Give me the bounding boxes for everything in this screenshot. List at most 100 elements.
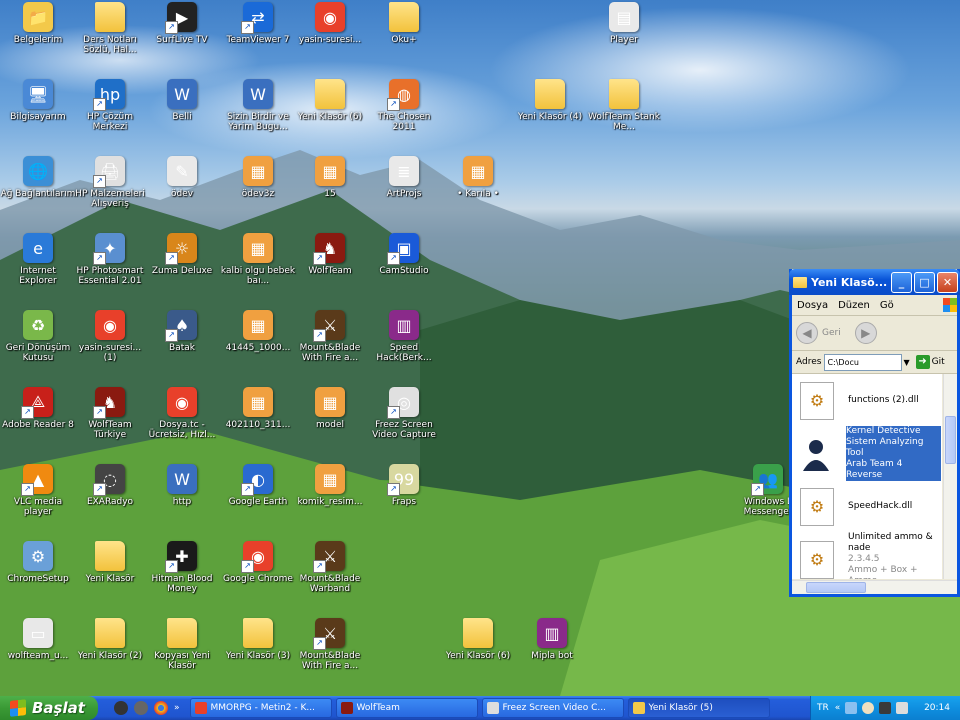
forward-button[interactable]: ▶	[854, 322, 877, 344]
desktop-icon[interactable]: ▦ komik_resim...	[292, 462, 368, 536]
desktop-icon[interactable]: ▦ 41445_1000...	[220, 308, 296, 382]
desktop-icon[interactable]: Yeni Klasör (2)	[72, 616, 148, 690]
taskbar: Başlat » MMORPG - Metin2 - K... WolfTeam F…	[0, 696, 960, 720]
desktop-icon[interactable]: Yeni Klasör (3)	[220, 616, 296, 690]
tray-volume-icon[interactable]	[896, 702, 909, 714]
quicklaunch-chrome-icon[interactable]	[154, 701, 168, 715]
tray-collapse-icon[interactable]: «	[835, 703, 841, 713]
quicklaunch-radio-icon[interactable]	[134, 701, 148, 715]
desktop-icon-label: Yeni Klasör (3)	[225, 651, 291, 661]
taskbar-button[interactable]: WolfTeam	[335, 698, 478, 718]
desktop-icon[interactable]: 🖥 Bilgisayarım	[0, 77, 76, 151]
desktop-icon[interactable]: ♞ ↗ WolfTeam Türkiye	[72, 385, 148, 459]
desktop-icon[interactable]: ◍ ↗ The Chosen 2011	[366, 77, 442, 151]
clock[interactable]: 20:14	[924, 703, 950, 713]
desktop-icon[interactable]: W Sizin Birdir ve Yarim Bugu...	[220, 77, 296, 151]
desktop-icon[interactable]: ▣ ↗ CamStudio	[366, 231, 442, 305]
desktop-icon[interactable]: ⚙ ChromeSetup	[0, 539, 76, 613]
desktop-icon[interactable]: ▦ • Karıla •	[440, 154, 516, 228]
desktop-icon[interactable]: ⚔ ↗ Mount&Blade Warband	[292, 539, 368, 613]
desktop-icon[interactable]: ▦ ödev3z	[220, 154, 296, 228]
desktop-icon[interactable]: WolfTeam Stank Me...	[586, 77, 662, 151]
desktop-icon[interactable]: ♠ ↗ Batak	[144, 308, 220, 382]
explorer-window[interactable]: Yeni Klasö... _ □ ✕ Dosya Düzen Gö ◀ Ger…	[789, 269, 960, 597]
desktop-icon[interactable]: ▤ Player	[586, 0, 662, 74]
desktop-icon[interactable]: ◉ Dosya.tc - Ücretsiz, Hızl...	[144, 385, 220, 459]
desktop-icon[interactable]: hp ↗ HP Çözüm Merkezi	[72, 77, 148, 151]
desktop-icon[interactable]: Yeni Klasör	[72, 539, 148, 613]
menu-duzen[interactable]: Düzen	[833, 300, 875, 311]
taskbar-button[interactable]: Freez Screen Video C...	[481, 698, 624, 718]
desktop-icon[interactable]: ≣ ArtProjs	[366, 154, 442, 228]
file-list-item[interactable]: ⚙ functions (2).dll	[792, 374, 942, 427]
vertical-scrollbar[interactable]	[943, 374, 957, 579]
desktop-icon[interactable]: ◉ ↗ Google Chrome	[220, 539, 296, 613]
desktop-icon[interactable]: ▦ 402110_311...	[220, 385, 296, 459]
language-indicator[interactable]: TR	[817, 703, 829, 713]
desktop-icon[interactable]: Yeni Klasör (6)	[440, 616, 516, 690]
desktop-icon[interactable]: ▲ ↗ VLC media player	[0, 462, 76, 536]
desktop-icon[interactable]: ⚔ ↗ Mount&Blade With Fire a...	[292, 616, 368, 690]
desktop-icon[interactable]: ✦ ↗ HP Photosmart Essential 2.01	[72, 231, 148, 305]
hscroll-thumb[interactable]	[806, 582, 866, 593]
desktop-icon[interactable]: ⇄ ↗ TeamViewer 7	[220, 0, 296, 74]
desktop-icon[interactable]: e Internet Explorer	[0, 231, 76, 305]
close-button[interactable]: ✕	[937, 271, 958, 293]
desktop-icon[interactable]: 📁 Belgelerim	[0, 0, 76, 74]
tray-network-icon[interactable]	[845, 702, 858, 714]
maximize-button[interactable]: □	[914, 271, 935, 293]
file-list-item[interactable]: ⚙ SpeedHack.dll	[792, 480, 942, 533]
desktop-icon[interactable]: ◌ ↗ EXARadyo	[72, 462, 148, 536]
desktop-icon[interactable]: ✚ ↗ Hitman Blood Money	[144, 539, 220, 613]
desktop-icon[interactable]: Oku+	[366, 0, 442, 74]
desktop-icon[interactable]: ▭ wolfteam_u...	[0, 616, 76, 690]
desktop-icon[interactable]: ✎ ödev	[144, 154, 220, 228]
desktop-icon[interactable]: Whttp	[144, 462, 220, 536]
desktop-icon[interactable]: Kopyası Yeni Klasör	[144, 616, 220, 690]
taskbar-button[interactable]: MMORPG - Metin2 - K...	[189, 698, 332, 718]
address-input[interactable]: C:\Docu	[824, 353, 903, 371]
desktop-icon[interactable]: ☼ ↗ Zuma Deluxe	[144, 231, 220, 305]
quicklaunch-expand-icon[interactable]: »	[174, 703, 180, 713]
shortcut-arrow-icon: ↗	[313, 329, 326, 342]
desktop-icon[interactable]: ⟁ ↗ Adobe Reader 8	[0, 385, 76, 459]
desktop-icon[interactable]: ◉ yasin-suresi... (1)	[72, 308, 148, 382]
desktop-icon[interactable]: ◐ ↗ Google Earth	[220, 462, 296, 536]
chevron-down-icon[interactable]: ▼	[903, 358, 909, 367]
scroll-thumb[interactable]	[945, 416, 956, 464]
minimize-button[interactable]: _	[891, 271, 912, 293]
desktop-icon[interactable]: ▦ kalbi olgu bebek baı...	[220, 231, 296, 305]
desktop-icon[interactable]: ♻ Geri Dönüşüm Kutusu	[0, 308, 76, 382]
explorer-title-bar[interactable]: Yeni Klasö... _ □ ✕	[789, 269, 960, 295]
desktop-icon[interactable]: Ders Notları Sözlü, Hal...	[72, 0, 148, 74]
desktop-icon[interactable]: 🌐 Ağ Bağlantılarım	[0, 154, 76, 228]
desktop-icon[interactable]: ◎ ↗ Freez Screen Video Capture	[366, 385, 442, 459]
desktop-icon[interactable]: W Belli	[144, 77, 220, 151]
menu-dosya[interactable]: Dosya	[792, 300, 833, 311]
desktop-icon[interactable]: ♞ ↗ WolfTeam	[292, 231, 368, 305]
tray-user-icon[interactable]	[862, 702, 875, 714]
desktop-icon[interactable]: ⚔ ↗ Mount&Blade With Fire a...	[292, 308, 368, 382]
desktop-icon-label: Mount&Blade With Fire a...	[299, 651, 361, 671]
file-list-item[interactable]: Kernel Detective Sistem Analyzing Tool A…	[792, 426, 942, 481]
start-button[interactable]: Başlat	[0, 696, 98, 720]
quicklaunch-media-icon[interactable]	[114, 701, 128, 715]
desktop-icon[interactable]: ▥ Mipla bot	[514, 616, 590, 690]
go-button[interactable]: ➜ Git	[915, 355, 945, 369]
desktop-icon[interactable]: 99 ↗ Fraps	[366, 462, 442, 536]
horizontal-scrollbar[interactable]	[792, 580, 957, 594]
desktop-icon[interactable]: ▦ 15	[292, 154, 368, 228]
menu-go[interactable]: Gö	[875, 300, 899, 311]
desktop-icon[interactable]: ▥ Speed Hack(Berk...	[366, 308, 442, 382]
desktop-icon[interactable]: Yeni Klasör (6)	[292, 77, 368, 151]
desktop-icon-label: komik_resim...	[297, 497, 363, 507]
desktop-icon[interactable]: ▦ model	[292, 385, 368, 459]
file-list-item[interactable]: ⚙ Unlimited ammo & nade 2.3.4.5 Ammo + Box…	[792, 532, 942, 579]
desktop-icon[interactable]: 🖨 ↗ HP Malzemeleri Alışveriş	[72, 154, 148, 228]
taskbar-button[interactable]: Yeni Klasör (5)	[627, 698, 770, 718]
tray-monitor-icon[interactable]	[879, 702, 892, 714]
desktop-icon[interactable]: ◉ yasin-suresi...	[292, 0, 368, 74]
back-button[interactable]: ◀	[796, 322, 818, 344]
desktop-icon[interactable]: Yeni Klasör (4)	[512, 77, 588, 151]
desktop-icon[interactable]: ▶ ↗ SurfLive TV	[144, 0, 220, 74]
